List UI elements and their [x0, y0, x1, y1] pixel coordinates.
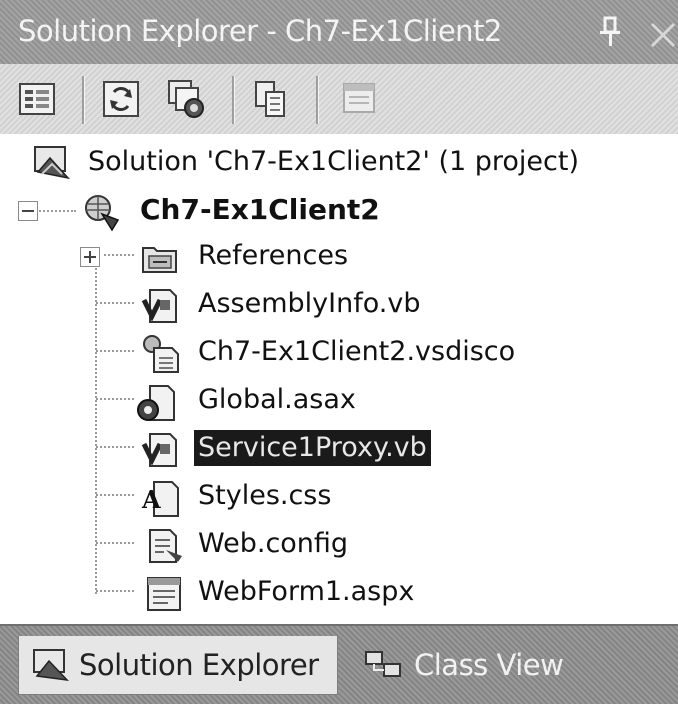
- tree-node-project[interactable]: Ch7-Ex1Client2: [0, 188, 678, 232]
- tree-item-label: Global.asax: [198, 384, 356, 415]
- references-folder-icon: [142, 247, 177, 273]
- expand-references-toggle[interactable]: [80, 247, 100, 267]
- view-designer-icon[interactable]: [338, 78, 380, 120]
- tree-node-styles-css[interactable]: A Styles.css: [0, 474, 678, 518]
- collapse-project-toggle[interactable]: [18, 201, 38, 221]
- vb-file-icon: [141, 433, 177, 467]
- tree-item-label: WebForm1.aspx: [198, 576, 415, 607]
- solution-label: Solution 'Ch7-Ex1Client2' (1 project): [88, 146, 579, 177]
- tab-class-view[interactable]: Class View: [340, 636, 580, 694]
- svg-text:A: A: [141, 485, 161, 514]
- tree-item-label: AssemblyInfo.vb: [198, 288, 421, 319]
- tab-label: Solution Explorer: [79, 648, 319, 682]
- tab-label: Class View: [414, 648, 564, 682]
- properties-icon[interactable]: [16, 78, 58, 120]
- tree-node-webform1[interactable]: WebForm1.aspx: [0, 570, 678, 614]
- solution-explorer-tab-icon: [33, 649, 70, 682]
- tree-node-assemblyinfo[interactable]: AssemblyInfo.vb: [0, 282, 678, 326]
- config-file-icon: [149, 529, 182, 563]
- refresh-icon[interactable]: [100, 78, 142, 120]
- tree-node-solution[interactable]: Solution 'Ch7-Ex1Client2' (1 project): [0, 140, 678, 184]
- web-project-icon: [85, 195, 120, 232]
- tree-node-global-asax[interactable]: Global.asax: [0, 378, 678, 422]
- project-label: Ch7-Ex1Client2: [140, 193, 380, 226]
- tree-item-label-selected: Service1Proxy.vb: [194, 430, 431, 466]
- stylesheet-icon: A: [141, 481, 179, 517]
- tab-solution-explorer[interactable]: Solution Explorer: [18, 636, 338, 695]
- tree-item-label: Ch7-Ex1Client2.vsdisco: [198, 336, 516, 367]
- class-view-tab-icon: [365, 651, 401, 677]
- solution-icon: [34, 146, 71, 180]
- toolbar: [0, 64, 678, 135]
- tree-node-vsdisco[interactable]: Ch7-Ex1Client2.vsdisco: [0, 330, 678, 374]
- pin-icon[interactable]: [598, 16, 622, 48]
- copy-project-icon[interactable]: [250, 78, 292, 120]
- solution-tree: Solution 'Ch7-Ex1Client2' (1 project) Ch…: [0, 134, 678, 624]
- tree-node-references[interactable]: References: [0, 234, 678, 278]
- panel-tabstrip: Solution Explorer Class View: [0, 624, 678, 704]
- tree-node-service1proxy[interactable]: Service1Proxy.vb: [0, 426, 678, 470]
- vb-file-icon: [141, 289, 177, 323]
- close-icon[interactable]: [648, 20, 678, 50]
- title-bar: Solution Explorer - Ch7-Ex1Client2: [0, 0, 678, 65]
- global-asax-icon: [137, 385, 175, 421]
- toolbar-separator: [232, 76, 235, 124]
- solution-explorer-window: Solution Explorer - Ch7-Ex1Client2 Solut…: [0, 0, 678, 704]
- show-all-files-icon[interactable]: [166, 78, 208, 120]
- window-title: Solution Explorer - Ch7-Ex1Client2: [18, 14, 502, 48]
- tree-node-web-config[interactable]: Web.config: [0, 522, 678, 566]
- vsdisco-file-icon: [143, 335, 179, 373]
- tree-item-label: Styles.css: [198, 480, 332, 511]
- tree-item-label: References: [198, 240, 349, 271]
- tree-item-label: Web.config: [198, 528, 349, 559]
- toolbar-separator: [82, 76, 85, 124]
- webform-icon: [147, 577, 181, 611]
- toolbar-separator: [316, 76, 319, 124]
